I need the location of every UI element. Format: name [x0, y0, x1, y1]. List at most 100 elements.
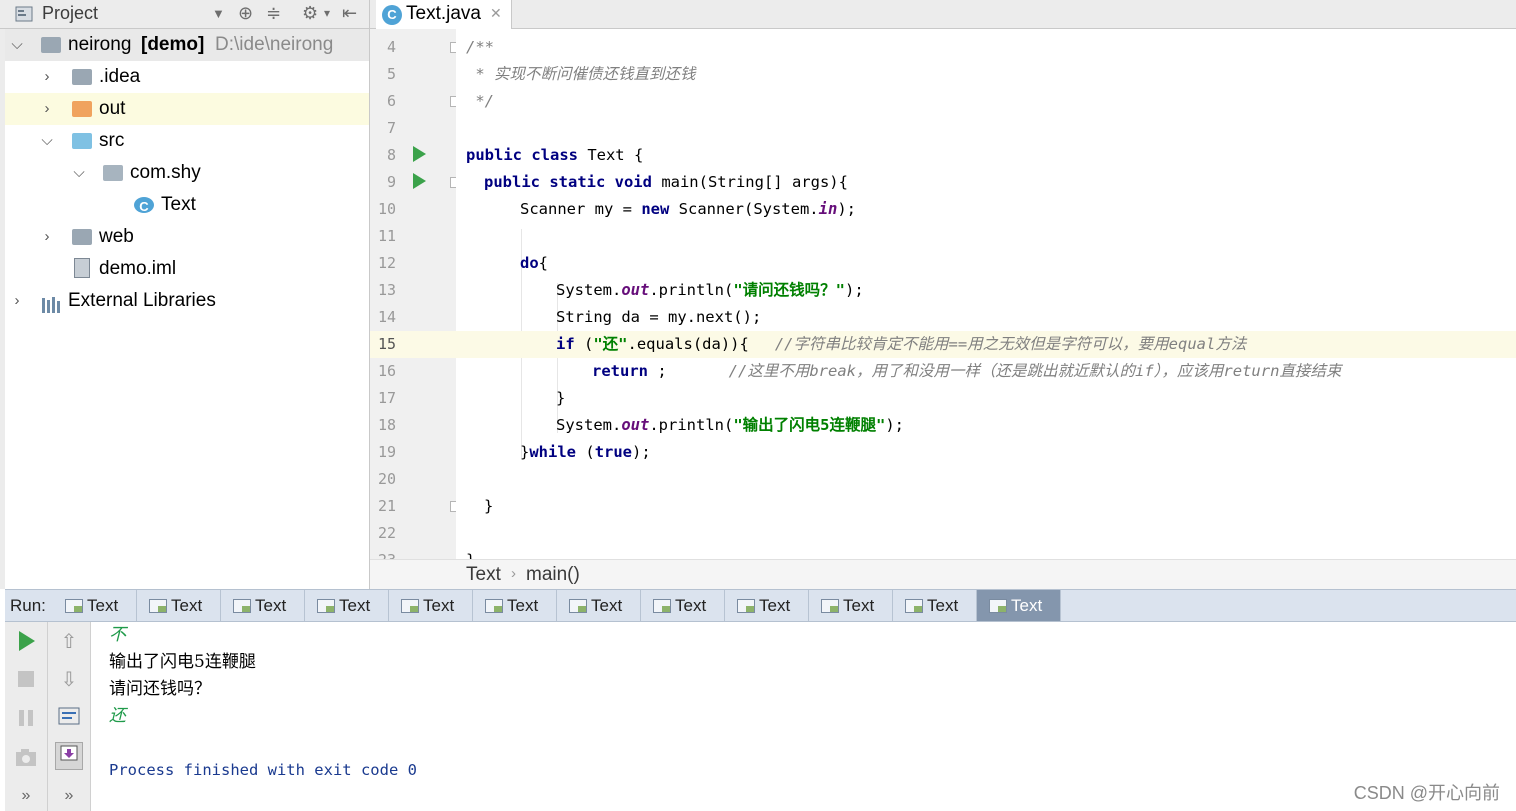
line-number: 10: [377, 200, 396, 218]
run-tab[interactable]: Text: [137, 590, 221, 621]
more-icon[interactable]: »: [57, 784, 81, 808]
gear-icon[interactable]: ⚙: [302, 3, 318, 24]
run-tab[interactable]: Text: [389, 590, 473, 621]
gear-dropdown-icon[interactable]: ▾: [324, 6, 330, 20]
arrow-up-icon[interactable]: ⇧: [57, 630, 81, 654]
code-text: }: [556, 389, 566, 407]
run-main-icon[interactable]: [413, 173, 426, 189]
tree-item-external-libraries[interactable]: › External Libraries: [5, 285, 369, 317]
run-tab[interactable]: Text: [641, 590, 725, 621]
tree-item-neirong[interactable]: ⌵ neirong [demo] D:\ide\neirong: [5, 29, 369, 61]
tree-item-out[interactable]: › out: [5, 93, 369, 125]
code-text: );: [885, 416, 904, 434]
run-tab-label: Text: [255, 596, 287, 615]
run-config-icon: [989, 599, 1007, 613]
line-number: 17: [377, 389, 396, 407]
keyword: return: [592, 362, 648, 380]
module-folder-icon: [41, 37, 61, 53]
chevron-right-icon[interactable]: ›: [39, 61, 55, 93]
chevron-right-icon[interactable]: ›: [39, 93, 55, 125]
code-text: System.: [556, 281, 622, 299]
run-tab[interactable]: Text: [893, 590, 977, 621]
tree-item-com-shy[interactable]: ⌵ com.shy: [5, 157, 369, 189]
tree-item-demo-iml[interactable]: demo.iml: [5, 253, 369, 285]
tab-text-java[interactable]: C Text.java ✕: [376, 0, 512, 29]
run-tab[interactable]: Text: [557, 590, 641, 621]
static-field: out: [621, 416, 650, 434]
tree-item-src[interactable]: ⌵ src: [5, 125, 369, 157]
code-text: .println(: [649, 281, 734, 299]
hide-panel-icon[interactable]: ⇤: [342, 3, 357, 24]
run-toolbar-secondary: ⇧ ⇩ »: [48, 622, 91, 811]
editor-gutter: 4 5 6 7 8 9 10 11 12 13 14 15 16 17 18 1…: [370, 29, 461, 559]
run-tab-active[interactable]: Text: [977, 590, 1061, 621]
line-number: 15: [377, 335, 396, 353]
code-editor[interactable]: /** * 实现不断问催债还钱直到还钱 */ public class Text…: [456, 29, 1516, 559]
console-input-line: 还: [109, 706, 126, 726]
run-tab[interactable]: Text: [725, 590, 809, 621]
scroll-to-end-icon[interactable]: [55, 742, 83, 770]
keyword: if: [556, 335, 575, 353]
run-tab[interactable]: Text: [53, 590, 137, 621]
run-tab-label: Text: [423, 596, 455, 615]
file-icon: [74, 258, 90, 278]
pause-icon[interactable]: [14, 708, 38, 732]
string-literal: "请问还钱吗？": [733, 281, 845, 299]
locate-icon[interactable]: ⊕: [238, 3, 253, 24]
camera-icon[interactable]: [14, 747, 38, 771]
run-tab[interactable]: Text: [221, 590, 305, 621]
run-console[interactable]: 不 输出了闪电5连鞭腿 请问还钱吗？ 还 Process finished wi…: [91, 622, 1516, 811]
run-tab[interactable]: Text: [305, 590, 389, 621]
console-input-line: 不: [109, 625, 126, 645]
chevron-down-icon[interactable]: ⌵: [39, 125, 55, 157]
line-comment: //字符串比较肯定不能用==用之无效但是字符可以，要用equal方法: [774, 335, 1247, 353]
line-number: 11: [377, 227, 396, 245]
close-icon[interactable]: ✕: [490, 5, 502, 22]
code-line-19: }while (true);: [456, 439, 1516, 466]
run-config-icon: [569, 599, 587, 613]
chevron-down-icon[interactable]: ⌵: [9, 29, 25, 61]
run-label: Run:: [10, 596, 46, 615]
run-tab-label: Text: [87, 596, 119, 615]
tree-item-label: com.shy: [130, 162, 201, 183]
console-output-line: 请问还钱吗？: [109, 679, 211, 699]
keyword: new: [641, 200, 670, 218]
stop-icon[interactable]: [14, 668, 38, 692]
tree-item-idea[interactable]: › .idea: [5, 61, 369, 93]
code-line-12: do{: [456, 250, 1516, 277]
line-number: 7: [386, 119, 396, 137]
class-icon: C: [134, 197, 154, 214]
chevron-right-icon[interactable]: ›: [39, 221, 55, 253]
run-tab-label: Text: [171, 596, 203, 615]
code-text: String da = my.next();: [556, 308, 762, 326]
rerun-icon[interactable]: [14, 630, 38, 654]
run-class-icon[interactable]: [413, 146, 426, 162]
tree-item-text[interactable]: C Text: [5, 189, 369, 221]
breadcrumb-class[interactable]: Text: [466, 564, 501, 586]
project-panel-title[interactable]: Project: [42, 3, 98, 24]
tab-label: Text.java: [406, 3, 481, 24]
soft-wrap-icon[interactable]: [57, 706, 81, 730]
code-line-6: */: [456, 88, 1516, 115]
run-tab[interactable]: Text: [473, 590, 557, 621]
source-folder-icon: [72, 133, 92, 149]
arrow-down-icon[interactable]: ⇩: [57, 668, 81, 692]
chevron-down-icon[interactable]: ⌵: [71, 157, 87, 189]
code-text: }: [520, 443, 530, 461]
collapse-all-icon[interactable]: ≑: [266, 3, 281, 24]
code-text: }: [484, 497, 494, 515]
tree-item-web[interactable]: › web: [5, 221, 369, 253]
code-line-18: System.out.println("输出了闪电5连鞭腿");: [456, 412, 1516, 439]
code-text: }: [456, 551, 475, 559]
breadcrumb-method[interactable]: main(): [526, 564, 580, 586]
code-line-17: }: [456, 385, 1516, 412]
more-icon[interactable]: »: [14, 784, 38, 808]
chevron-down-icon[interactable]: ▼: [212, 6, 225, 21]
line-number: 8: [386, 146, 396, 164]
code-line-10: Scanner my = new Scanner(System.in);: [456, 196, 1516, 223]
console-process-finished: Process finished with exit code 0: [109, 761, 417, 779]
chevron-right-icon[interactable]: ›: [9, 285, 25, 317]
run-tab[interactable]: Text: [809, 590, 893, 621]
line-number: 22: [377, 524, 396, 542]
run-tab-label: Text: [591, 596, 623, 615]
